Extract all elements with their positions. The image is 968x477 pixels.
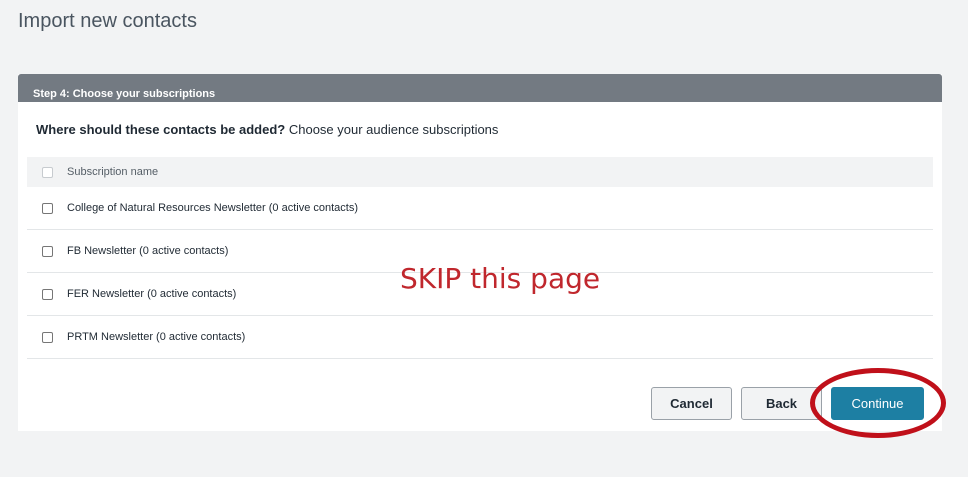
step-header: Step 4: Choose your subscriptions bbox=[18, 74, 942, 102]
subscription-label: College of Natural Resources Newsletter … bbox=[67, 202, 359, 214]
row-checkbox[interactable] bbox=[42, 331, 53, 343]
page-title: Import new contacts bbox=[18, 10, 197, 32]
row-checkbox[interactable] bbox=[42, 288, 53, 300]
row-checkbox[interactable] bbox=[42, 202, 53, 214]
prompt-question: Where should these contacts be added? bbox=[36, 122, 286, 137]
table-row: College of Natural Resources Newsletter … bbox=[27, 187, 933, 230]
continue-button[interactable]: Continue bbox=[831, 387, 924, 420]
prompt-instruction: Choose your audience subscriptions bbox=[288, 122, 499, 137]
select-all-checkbox[interactable] bbox=[42, 166, 53, 178]
column-header-subscription-name: Subscription name bbox=[67, 166, 159, 178]
prompt-text: Where should these contacts be added? Ch… bbox=[36, 122, 498, 137]
cancel-button[interactable]: Cancel bbox=[651, 387, 732, 420]
table-row: PRTM Newsletter (0 active contacts) bbox=[27, 316, 933, 359]
table-header-row: Subscription name bbox=[27, 157, 933, 187]
subscription-label: FB Newsletter (0 active contacts) bbox=[67, 245, 229, 257]
row-checkbox[interactable] bbox=[42, 245, 53, 257]
subscription-label: PRTM Newsletter (0 active contacts) bbox=[67, 331, 246, 343]
skip-annotation: SKIP this page bbox=[400, 262, 601, 295]
subscriptions-table: Subscription name College of Natural Res… bbox=[27, 157, 933, 359]
import-step-card: Step 4: Choose your subscriptions Where … bbox=[18, 74, 942, 431]
back-button[interactable]: Back bbox=[741, 387, 822, 420]
subscription-label: FER Newsletter (0 active contacts) bbox=[67, 288, 237, 300]
